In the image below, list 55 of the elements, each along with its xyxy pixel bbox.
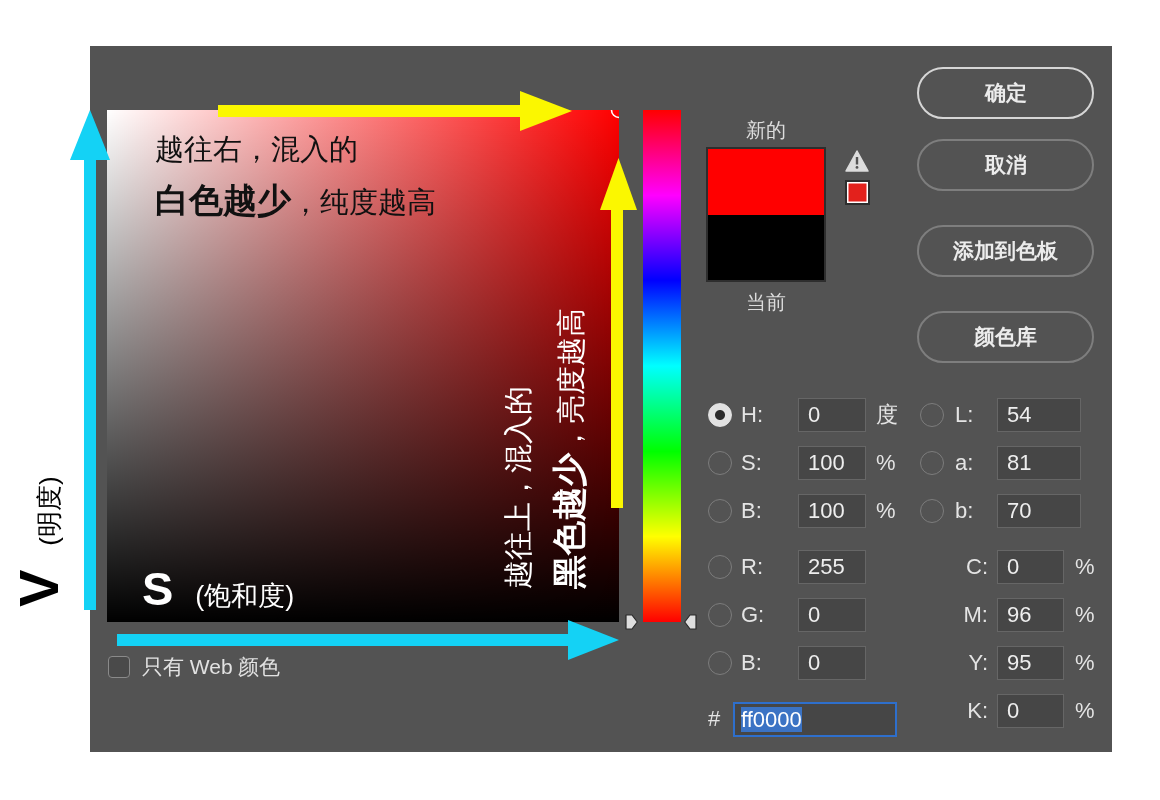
annotation-text: 越往右，混入的 xyxy=(155,132,358,166)
unit-label: % xyxy=(1075,554,1095,580)
field-label: b: xyxy=(955,498,975,524)
axis-label: (明度) xyxy=(33,476,65,546)
field-label: S: xyxy=(741,450,763,476)
annotation-text: 越往上，混入的 xyxy=(501,386,535,589)
slider-handle[interactable] xyxy=(625,614,638,630)
axis-letter: V xyxy=(11,569,67,607)
annotation-text: 白色越少，纯度越高 xyxy=(155,180,436,221)
slider-handle[interactable] xyxy=(684,614,697,630)
unit-label: % xyxy=(876,450,896,476)
swatch-label: 新的 xyxy=(746,118,786,142)
unit-label: % xyxy=(1075,650,1095,676)
input-field[interactable]: 255 xyxy=(798,550,866,584)
field-label: M: xyxy=(962,602,988,628)
checkbox-label[interactable]: 只有 Web 颜色 xyxy=(142,655,281,679)
cancel-button[interactable]: 取消 xyxy=(917,139,1094,191)
input-field[interactable]: 100 xyxy=(798,446,866,480)
input-field[interactable]: 81 xyxy=(997,446,1081,480)
field-label: B: xyxy=(741,650,763,676)
field-label: G: xyxy=(741,602,766,628)
swatch-label: 当前 xyxy=(746,290,786,314)
input-field[interactable]: 54 xyxy=(997,398,1081,432)
unit-label: 度 xyxy=(876,401,898,429)
field-label: B: xyxy=(741,498,763,524)
field-label: R: xyxy=(741,554,764,580)
field-label: # xyxy=(708,706,722,732)
field-label: H: xyxy=(741,402,764,428)
add-to-swatches-button[interactable]: 添加到色板 xyxy=(917,225,1094,277)
ok-button[interactable]: 确定 xyxy=(917,67,1094,119)
field-label: C: xyxy=(965,554,988,580)
field-label: K: xyxy=(966,698,988,724)
field-label: Y: xyxy=(967,650,988,676)
input-field[interactable]: 96 xyxy=(997,598,1064,632)
swatch-icon[interactable] xyxy=(845,180,870,205)
annotation-text: 黑色越少，亮度越高 xyxy=(549,308,589,589)
input-field[interactable]: 0 xyxy=(798,398,866,432)
input-field[interactable]: 0 xyxy=(798,598,866,632)
input-field[interactable]: 0 xyxy=(997,694,1064,728)
color-libraries-button[interactable]: 颜色库 xyxy=(917,311,1094,363)
axis-letter: S xyxy=(142,565,174,612)
field-label: a: xyxy=(955,450,975,476)
input-field[interactable]: 100 xyxy=(798,494,866,528)
input-field[interactable]: 95 xyxy=(997,646,1064,680)
unit-label: % xyxy=(876,498,896,524)
field-label: L: xyxy=(955,402,975,428)
checkbox[interactable] xyxy=(108,656,130,678)
input-field[interactable]: 0 xyxy=(798,646,866,680)
input-field[interactable]: 70 xyxy=(997,494,1081,528)
hex-input-field[interactable]: ff0000 xyxy=(733,701,897,737)
unit-label: % xyxy=(1075,602,1095,628)
unit-label: % xyxy=(1075,698,1095,724)
selection-ring-icon[interactable] xyxy=(610,110,619,119)
input-field[interactable]: 0 xyxy=(997,550,1064,584)
axis-label: (饱和度) xyxy=(195,581,295,611)
